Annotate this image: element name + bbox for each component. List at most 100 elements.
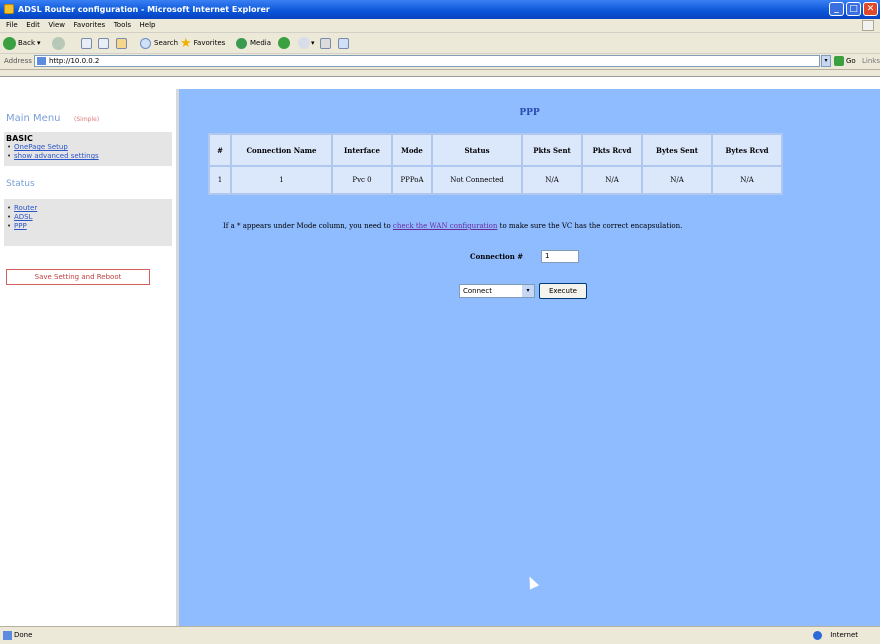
address-label: Address	[4, 57, 32, 65]
forward-button[interactable]	[52, 36, 65, 50]
print-icon	[320, 37, 331, 49]
media-icon	[236, 37, 247, 49]
main-menu-title: Main Menu	[6, 113, 61, 124]
menu-item-show-advanced[interactable]: show advanced settings	[4, 152, 172, 161]
close-button[interactable]: ✕	[863, 2, 878, 16]
menu-favorites[interactable]: Favorites	[74, 19, 106, 32]
menu-item-ppp[interactable]: PPP	[4, 222, 172, 231]
table-header-row: # Connection Name Interface Mode Status …	[210, 135, 781, 165]
wan-configuration-link[interactable]: check the WAN configuration	[393, 222, 498, 230]
menu-item-onepage-setup[interactable]: OnePage Setup	[4, 143, 172, 152]
column-header: Pkts Sent	[523, 135, 581, 165]
star-icon: ★	[180, 35, 192, 51]
page-done-icon	[3, 631, 12, 640]
minimize-button[interactable]: _	[829, 2, 844, 16]
search-icon	[140, 37, 151, 49]
chevron-down-icon: ▾	[522, 285, 534, 297]
status-header: Status	[6, 179, 35, 189]
column-header: Pkts Rcvd	[583, 135, 641, 165]
column-header: Connection Name	[232, 135, 331, 165]
column-header: Mode	[393, 135, 431, 165]
note-text-before: If a * appears under Mode column, you ne…	[223, 222, 391, 230]
windows-logo-icon	[862, 20, 874, 31]
column-header: Bytes Rcvd	[713, 135, 781, 165]
execute-button[interactable]: Execute	[539, 283, 587, 299]
left-menu-frame: Main Menu (Simple) BASIC OnePage Setup s…	[0, 89, 176, 626]
toolbar: Back ▾ Search ★ Favorites Media ▾	[0, 33, 880, 54]
menu-bar: File Edit View Favorites Tools Help	[0, 19, 880, 33]
stop-button[interactable]	[81, 36, 92, 50]
table-cell: N/A	[583, 167, 641, 193]
history-icon	[278, 37, 290, 49]
menu-help[interactable]: Help	[140, 19, 156, 32]
menu-item-adsl[interactable]: ADSL	[4, 213, 172, 222]
connection-label: Connection #	[470, 252, 524, 261]
table-cell: N/A	[643, 167, 711, 193]
column-header: Interface	[333, 135, 391, 165]
edit-icon	[338, 37, 349, 49]
table-row: 1 1 Pvc 0 PPPoA Not Connected N/A N/A N/…	[210, 167, 781, 193]
page-icon	[37, 57, 46, 65]
mode-note: If a * appears under Mode column, you ne…	[223, 222, 682, 230]
save-and-reboot-button[interactable]: Save Setting and Reboot	[6, 269, 150, 285]
column-header: Bytes Sent	[643, 135, 711, 165]
action-select[interactable]: Connect ▾	[459, 284, 535, 298]
column-header: #	[210, 135, 230, 165]
back-arrow-icon	[3, 36, 16, 50]
mouse-cursor-icon	[524, 574, 540, 590]
chevron-down-icon: ▾	[37, 39, 41, 47]
address-url: http://10.0.0.2	[49, 57, 100, 65]
refresh-icon	[98, 37, 109, 49]
menu-tools[interactable]: Tools	[114, 19, 131, 32]
forward-arrow-icon	[52, 36, 65, 50]
status-menu: Router ADSL PPP	[4, 199, 172, 246]
links-button[interactable]: Links	[862, 57, 880, 65]
table-cell: N/A	[713, 167, 781, 193]
column-header: Status	[433, 135, 521, 165]
address-dropdown[interactable]: ▾	[821, 55, 831, 67]
globe-icon	[813, 631, 822, 640]
action-selected-value: Connect	[463, 287, 492, 295]
connection-number-input[interactable]: 1	[541, 250, 579, 263]
home-button[interactable]	[116, 36, 127, 50]
ie-icon	[4, 4, 14, 14]
maximize-button[interactable]: □	[846, 2, 861, 16]
page-title: PPP	[519, 108, 540, 118]
status-text: Done	[14, 631, 33, 639]
window-titlebar[interactable]: ADSL Router configuration - Microsoft In…	[0, 0, 880, 19]
address-input[interactable]: http://10.0.0.2	[34, 55, 820, 67]
note-text-after: to make sure the VC has the correct enca…	[499, 222, 683, 230]
menu-file[interactable]: File	[6, 19, 18, 32]
mail-button[interactable]: ▾	[298, 36, 315, 50]
go-button[interactable]: Go	[834, 56, 856, 66]
back-button[interactable]: Back ▾	[3, 36, 41, 50]
menu-view[interactable]: View	[48, 19, 65, 32]
go-arrow-icon	[834, 56, 844, 66]
refresh-button[interactable]	[98, 36, 109, 50]
edit-button[interactable]	[338, 36, 349, 50]
basic-menu: BASIC OnePage Setup show advanced settin…	[4, 132, 172, 166]
menu-item-router[interactable]: Router	[4, 204, 172, 213]
main-frame: PPP # Connection Name Interface Mode Sta…	[179, 89, 880, 626]
chevron-down-icon: ▾	[311, 39, 315, 47]
table-cell: N/A	[523, 167, 581, 193]
media-button[interactable]: Media	[236, 36, 271, 50]
simple-mode-link[interactable]: (Simple)	[74, 116, 99, 123]
search-button[interactable]: Search	[140, 36, 178, 50]
history-button[interactable]	[278, 36, 290, 50]
table-cell: Not Connected	[433, 167, 521, 193]
status-bar: Done Internet	[0, 626, 880, 644]
table-cell: Pvc 0	[333, 167, 391, 193]
table-cell: 1	[210, 167, 230, 193]
home-icon	[116, 37, 127, 49]
favorites-button[interactable]: ★ Favorites	[180, 35, 225, 51]
ppp-table: # Connection Name Interface Mode Status …	[208, 133, 783, 195]
table-cell: 1	[232, 167, 331, 193]
print-button[interactable]	[320, 36, 331, 50]
security-zone: Internet	[830, 631, 858, 639]
address-bar: Address http://10.0.0.2 ▾ Go Links	[0, 54, 880, 70]
mail-icon	[298, 37, 310, 49]
content-border	[0, 70, 880, 90]
menu-edit[interactable]: Edit	[26, 19, 40, 32]
window-title: ADSL Router configuration - Microsoft In…	[18, 5, 270, 14]
